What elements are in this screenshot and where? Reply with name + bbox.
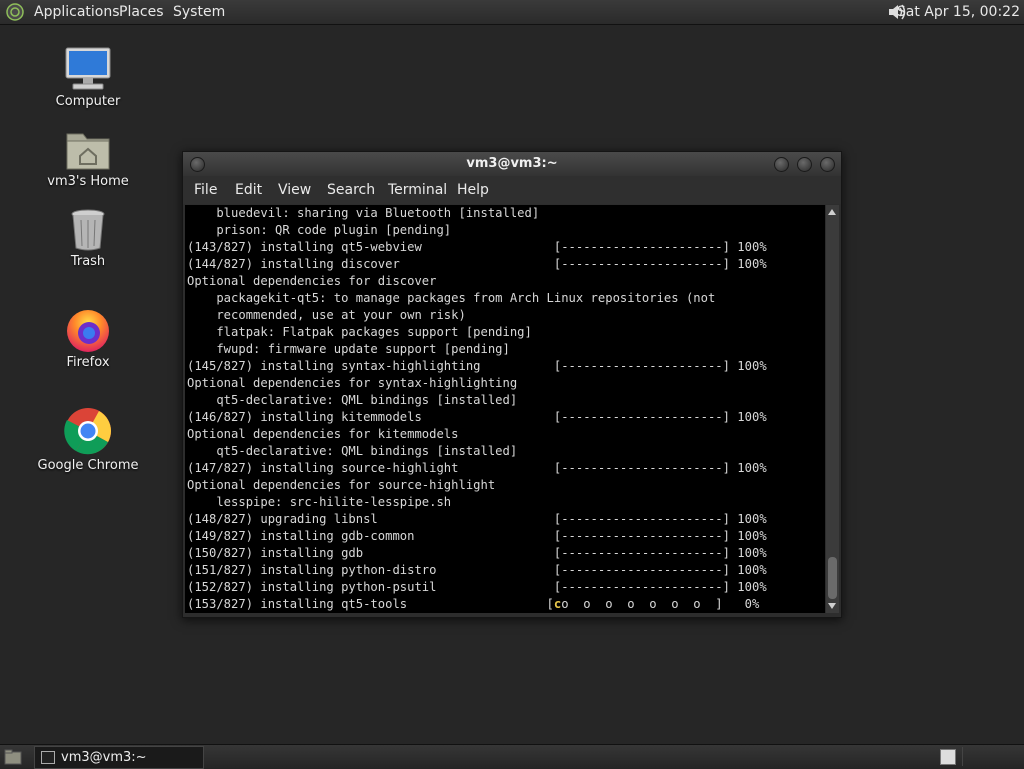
terminal-line-prefix: (153/827) installing qt5-tools [ bbox=[187, 597, 554, 611]
terminal-line: lesspipe: src-hilite-lesspipe.sh bbox=[216, 495, 452, 509]
taskbar-terminal-button[interactable]: vm3@vm3:~ bbox=[34, 746, 204, 769]
terminal-line: Optional dependencies for source-highlig… bbox=[187, 478, 496, 492]
terminal-line: qt5-declarative: QML bindings [installed… bbox=[216, 444, 518, 458]
window-title: vm3@vm3:~ bbox=[466, 156, 558, 171]
desktop-icon-label: vm3's Home bbox=[47, 174, 129, 189]
terminal-line: (143/827) installing qt5-webview [------… bbox=[187, 240, 767, 254]
workspace-switcher[interactable] bbox=[940, 749, 956, 765]
terminal-line: bluedevil: sharing via Bluetooth [instal… bbox=[216, 206, 540, 220]
desktop-icon-computer[interactable]: Computer bbox=[33, 46, 143, 109]
terminal-line: Optional dependencies for syntax-highlig… bbox=[187, 376, 518, 390]
terminal-line: (150/827) installing gdb [--------------… bbox=[187, 546, 767, 560]
maximize-button[interactable] bbox=[797, 157, 812, 172]
terminal-line: Optional dependencies for kitemmodels bbox=[187, 427, 459, 441]
desktop-icon-label: Google Chrome bbox=[37, 458, 139, 473]
menu-view[interactable]: View bbox=[278, 176, 311, 204]
terminal-line-suffix: o o o o o o o ] 0% bbox=[561, 597, 760, 611]
panel-notification-area bbox=[962, 747, 1023, 766]
terminal-line: recommended, use at your own risk) bbox=[216, 308, 466, 322]
scroll-up-arrow-icon[interactable] bbox=[828, 209, 836, 215]
home-folder-icon bbox=[66, 133, 110, 170]
show-desktop-icon[interactable] bbox=[4, 749, 22, 765]
terminal-line: fwupd: firmware update support [pending] bbox=[216, 342, 510, 356]
menu-help[interactable]: Help bbox=[457, 176, 489, 204]
firefox-icon bbox=[67, 310, 109, 352]
distro-logo-icon[interactable] bbox=[6, 3, 24, 21]
terminal-line: packagekit-qt5: to manage packages from … bbox=[216, 291, 716, 305]
window-titlebar[interactable]: vm3@vm3:~ bbox=[183, 152, 841, 176]
desktop-icon-trash[interactable]: Trash bbox=[33, 208, 143, 269]
taskbar-button-label: vm3@vm3:~ bbox=[61, 750, 147, 765]
chrome-icon bbox=[64, 408, 111, 455]
bottom-panel: vm3@vm3:~ bbox=[0, 744, 1024, 769]
desktop-icon-label: Firefox bbox=[66, 355, 110, 370]
terminal-line: flatpak: Flatpak packages support [pendi… bbox=[216, 325, 532, 339]
desktop-icon-label: Trash bbox=[70, 254, 106, 269]
scroll-down-arrow-icon[interactable] bbox=[828, 603, 836, 609]
terminal-line: (146/827) installing kitemmodels [------… bbox=[187, 410, 767, 424]
terminal-window[interactable]: vm3@vm3:~ File Edit View Search Terminal… bbox=[182, 151, 842, 618]
close-button[interactable] bbox=[820, 157, 835, 172]
menu-terminal[interactable]: Terminal bbox=[388, 176, 447, 204]
terminal-line: (145/827) installing syntax-highlighting… bbox=[187, 359, 767, 373]
menu-applications[interactable]: Applications bbox=[34, 0, 120, 24]
terminal-line: prison: QR code plugin [pending] bbox=[216, 223, 452, 237]
window-menu-button[interactable] bbox=[190, 157, 205, 172]
scrollbar-thumb[interactable] bbox=[828, 557, 837, 599]
menu-edit[interactable]: Edit bbox=[235, 176, 262, 204]
terminal-icon bbox=[41, 751, 55, 764]
terminal-scrollbar[interactable] bbox=[826, 205, 839, 613]
terminal-line: (148/827) upgrading libnsl [------------… bbox=[187, 512, 767, 526]
minimize-button[interactable] bbox=[774, 157, 789, 172]
menu-search[interactable]: Search bbox=[327, 176, 375, 204]
terminal-line: (152/827) installing python-psutil [----… bbox=[187, 580, 767, 594]
terminal-line: qt5-declarative: QML bindings [installed… bbox=[216, 393, 518, 407]
terminal-line: (144/827) installing discover [---------… bbox=[187, 257, 767, 271]
menu-places[interactable]: Places bbox=[119, 0, 164, 24]
terminal-line-current: (153/827) installing qt5-tools [co o o o… bbox=[187, 597, 759, 611]
terminal-line: (147/827) installing source-highlight [-… bbox=[187, 461, 767, 475]
top-panel: Applications Places System Sat Apr 15, 0… bbox=[0, 0, 1024, 25]
desktop-icon-firefox[interactable]: Firefox bbox=[33, 307, 143, 370]
desktop-icon-label: Computer bbox=[55, 94, 121, 109]
desktop-icon-chrome[interactable]: Google Chrome bbox=[33, 406, 143, 473]
menu-file[interactable]: File bbox=[194, 176, 217, 204]
terminal-text: bluedevil: sharing via Bluetooth [instal… bbox=[187, 205, 767, 613]
terminal-line: (149/827) installing gdb-common [-------… bbox=[187, 529, 767, 543]
computer-icon bbox=[65, 47, 111, 90]
trash-icon bbox=[71, 209, 105, 251]
clock[interactable]: Sat Apr 15, 00:22 bbox=[897, 0, 1020, 24]
terminal-menubar: File Edit View Search Terminal Help bbox=[183, 176, 841, 204]
terminal-output[interactable]: bluedevil: sharing via Bluetooth [instal… bbox=[185, 205, 825, 613]
menu-system[interactable]: System bbox=[173, 0, 225, 24]
terminal-line: (151/827) installing python-distro [----… bbox=[187, 563, 767, 577]
terminal-line: Optional dependencies for discover bbox=[187, 274, 437, 288]
desktop-icon-home[interactable]: vm3's Home bbox=[33, 128, 143, 189]
